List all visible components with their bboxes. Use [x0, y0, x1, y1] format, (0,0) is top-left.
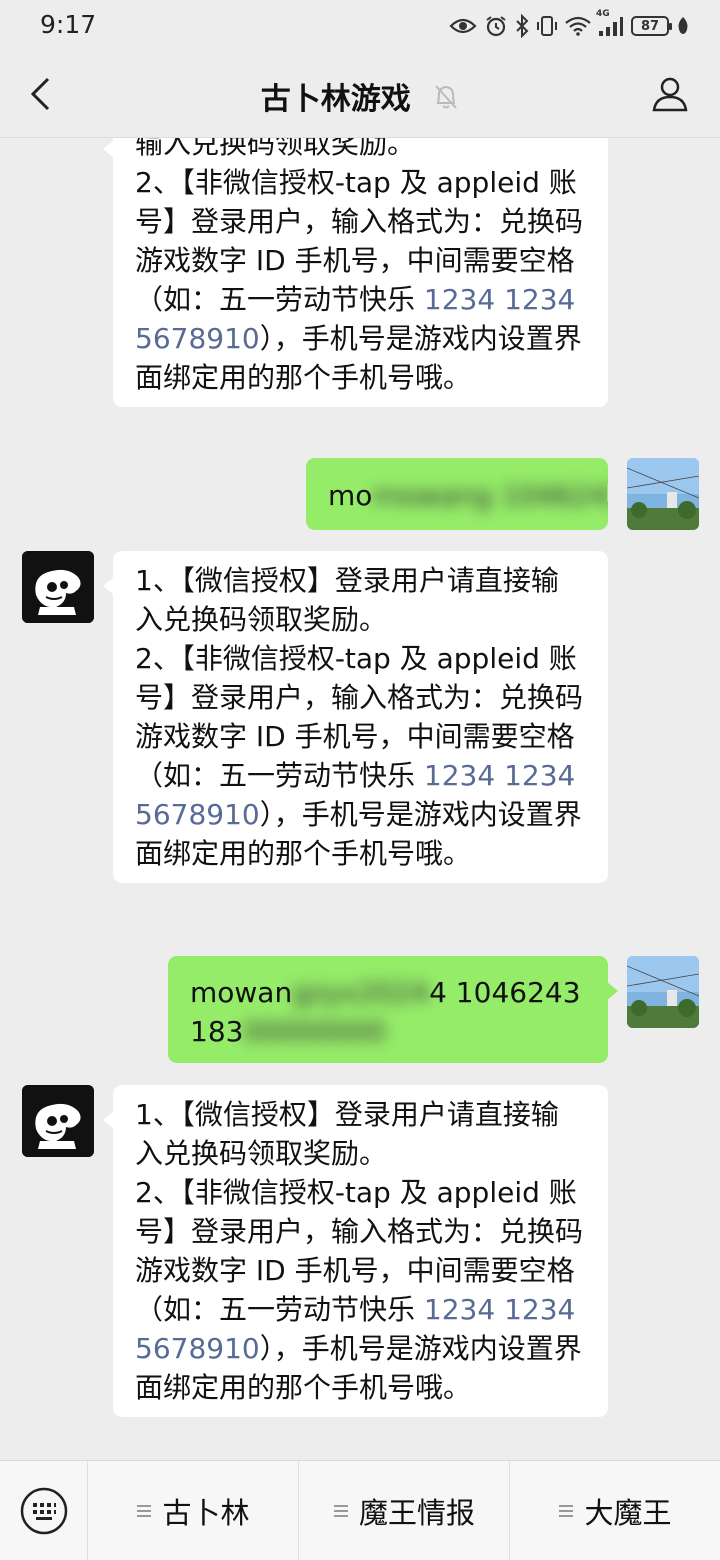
- menu-item-big-demon[interactable]: 大魔王: [510, 1461, 720, 1560]
- chat-header: 古卜林游戏: [0, 52, 720, 138]
- chat-title-wrap: 古卜林游戏: [0, 74, 720, 119]
- message-text-redacted: gzyx2024: [292, 976, 430, 1009]
- my-avatar[interactable]: [627, 956, 699, 1028]
- message-text-redacted: 00000000: [243, 1015, 386, 1048]
- wifi-icon: [565, 16, 591, 36]
- menu-list-icon: [333, 1504, 349, 1518]
- official-account-menu: 古卜林 魔王情报 大魔王: [0, 1460, 720, 1560]
- bot-avatar[interactable]: [22, 1085, 94, 1157]
- menu-list-icon: [136, 1504, 152, 1518]
- menu-list-icon: [558, 1504, 574, 1518]
- network-type-label: 4G: [596, 9, 610, 19]
- keyboard-toggle-button[interactable]: [0, 1460, 88, 1560]
- leaf-icon: [676, 16, 690, 36]
- menu-item-label: 魔王情报: [358, 1495, 475, 1530]
- menu-item-label: 大魔王: [584, 1495, 672, 1530]
- avatar-photo: [627, 956, 699, 1028]
- status-bar: 9:17 4G 87: [0, 0, 720, 52]
- menu-item-guboulin[interactable]: 古卜林: [88, 1460, 299, 1560]
- my-avatar[interactable]: [627, 458, 699, 530]
- battery-icon: 87: [631, 16, 672, 36]
- muted-bell-icon: [433, 83, 459, 119]
- person-icon: [652, 77, 688, 112]
- status-time: 9:17: [40, 10, 97, 39]
- avatar-photo: [627, 458, 699, 530]
- message-bubble-outgoing[interactable]: mowangzyx20244 1046243 18300000000: [168, 956, 618, 1063]
- alarm-icon: [484, 14, 508, 38]
- message-text: 183: [190, 1015, 244, 1048]
- eye-icon: [449, 16, 477, 36]
- message-list[interactable]: 输入兑换码领取奖励。 2、【非微信授权-tap 及 appleid 账号】登录用…: [0, 138, 720, 1460]
- message-bubble-outgoing[interactable]: momowang 1046243: [306, 458, 608, 530]
- menu-item-demon-intel[interactable]: 魔王情报: [299, 1460, 510, 1560]
- message-text: 4 1046243: [429, 976, 581, 1009]
- vibrate-icon: [536, 15, 558, 37]
- goblin-logo-icon: [22, 1085, 94, 1157]
- message-bubble-incoming[interactable]: 1、【微信授权】登录用户请直接输入兑换码领取奖励。 2、【非微信授权-tap 及…: [103, 1085, 608, 1417]
- message-text-redacted: mowang 1046243: [372, 479, 608, 512]
- goblin-logo-icon: [22, 551, 94, 623]
- chat-title: 古卜林游戏: [260, 82, 411, 117]
- keyboard-icon: [20, 1487, 67, 1534]
- battery-level: 87: [640, 18, 660, 34]
- cellular-signal-icon: 4G: [596, 9, 624, 37]
- profile-button[interactable]: [648, 72, 692, 116]
- menu-item-label: 古卜林: [162, 1495, 250, 1530]
- message-text: 输入兑换码领取奖励。: [135, 138, 416, 160]
- message-text: mowan: [190, 976, 293, 1009]
- message-text: 1、【微信授权】登录用户请直接输入兑换码领取奖励。: [135, 564, 559, 636]
- message-bubble-incoming[interactable]: 1、【微信授权】登录用户请直接输入兑换码领取奖励。 2、【非微信授权-tap 及…: [103, 551, 608, 883]
- status-icons: 4G 87: [449, 9, 690, 42]
- bluetooth-icon: [515, 14, 529, 38]
- message-bubble-incoming[interactable]: 输入兑换码领取奖励。 2、【非微信授权-tap 及 appleid 账号】登录用…: [103, 138, 608, 407]
- message-text: 1、【微信授权】登录用户请直接输入兑换码领取奖励。: [135, 1098, 559, 1170]
- bot-avatar[interactable]: [22, 551, 94, 623]
- message-text: mo: [328, 479, 373, 512]
